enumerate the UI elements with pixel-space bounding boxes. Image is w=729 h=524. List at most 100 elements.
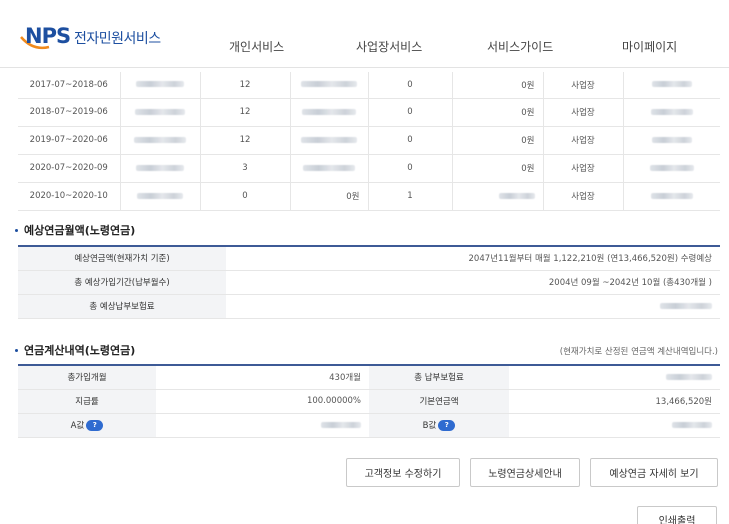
redacted-cell (120, 154, 201, 183)
table-row: 2017-07~2018-06 12 0 0원 사업장 (18, 72, 720, 99)
bullet-icon (15, 228, 18, 232)
period-cell: 2018-07~2019-06 (18, 98, 121, 127)
redacted-value (651, 81, 692, 88)
type-cell: 사업장 (543, 154, 624, 183)
help-icon[interactable]: ? (86, 420, 104, 431)
nav-business-service[interactable]: 사업장서비스 (356, 38, 422, 55)
table-row: 총 예상납부보험료 (18, 294, 720, 319)
redacted-value (301, 136, 357, 143)
estimate-value: 2047년11월부터 매월 1,122,210원 (연13,466,520원) … (226, 246, 720, 271)
rate-label: 지급률 (18, 389, 156, 414)
redacted-cell (623, 98, 720, 127)
redacted-cell (290, 126, 369, 155)
redacted-cell (120, 72, 201, 99)
rate-value: 100.00000% (156, 389, 369, 414)
redacted-cell (290, 72, 369, 99)
print-button[interactable]: 인쇄출력 (637, 506, 717, 524)
contribution-history-table: 2017-07~2018-06 12 0 0원 사업장 2018-07~2019-06 12… (18, 72, 720, 211)
redacted-value (651, 136, 692, 143)
basic-pension-label: 기본연금액 (369, 389, 509, 414)
count-cell: 0 (368, 126, 453, 155)
redacted-cell (452, 182, 544, 211)
redacted-value (650, 108, 693, 115)
table-row: 2018-07~2019-06 12 0 0원 사업장 (18, 98, 720, 127)
period-cell: 2019-07~2020-06 (18, 126, 121, 155)
redacted-value (301, 81, 357, 88)
bullet-icon (15, 348, 18, 352)
table-row: 2020-07~2020-09 3 0 0원 사업장 (18, 154, 720, 183)
total-premium-label: 총 예상납부보험료 (18, 294, 226, 319)
redacted-cell (623, 182, 720, 211)
redacted-cell (120, 98, 201, 127)
count-cell: 0 (368, 98, 453, 127)
months-cell: 12 (200, 98, 291, 127)
estimated-pension-title: 예상연금월액(노령연금) (24, 224, 136, 237)
table-row: 지급률 100.00000% 기본연금액 13,466,520원 (18, 389, 720, 414)
type-cell: 사업장 (543, 182, 624, 211)
total-months-label: 총가입개월 (18, 365, 156, 390)
amount-cell: 0원 (452, 154, 544, 183)
table-row: A값? B값? (18, 413, 720, 438)
redacted-value (498, 192, 535, 199)
nav-my-page[interactable]: 마이페이지 (622, 38, 677, 55)
nps-logo[interactable]: NPS 전자민원서비스 (19, 24, 161, 50)
redacted-value (303, 164, 355, 171)
logo-letters: NPS (25, 24, 71, 48)
count-cell: 1 (368, 182, 453, 211)
redacted-value (321, 421, 361, 428)
pension-detail-button[interactable]: 예상연금 자세히 보기 (590, 458, 718, 487)
redacted-cell (623, 126, 720, 155)
months-cell: 3 (200, 154, 291, 183)
help-icon[interactable]: ? (438, 420, 456, 431)
redacted-value (136, 81, 184, 88)
table-row: 2020-10~2020-10 0 0원 1 사업장 (18, 182, 720, 211)
logo-text: 전자민원서비스 (74, 31, 161, 47)
nav-personal-service[interactable]: 개인서비스 (229, 38, 284, 55)
site-header: NPS 전자민원서비스 개인서비스 사업장서비스 서비스가이드 마이페이지 (0, 0, 729, 68)
redacted-value (137, 192, 183, 199)
total-premium-value (226, 294, 720, 319)
redacted-value (666, 373, 712, 380)
period-cell: 2017-07~2018-06 (18, 72, 121, 99)
amount-cell: 0원 (452, 72, 544, 99)
edit-customer-info-button[interactable]: 고객정보 수정하기 (346, 458, 460, 487)
redacted-value (649, 164, 694, 171)
a-label-text: A값 (70, 421, 85, 431)
redacted-value (672, 421, 712, 428)
redacted-value (302, 108, 356, 115)
redacted-value (135, 108, 185, 115)
pension-guide-button[interactable]: 노령연금상세안내 (470, 458, 580, 487)
calculation-note: (현재가치로 산정된 연금액 계산내역입니다.) (559, 347, 718, 357)
redacted-cell (290, 98, 369, 127)
redacted-cell (120, 182, 201, 211)
estimated-pension-table: 예상연금액(현재가치 기준) 2047년11월부터 매월 1,122,210원 … (18, 245, 720, 319)
nav-service-guide[interactable]: 서비스가이드 (487, 38, 553, 55)
period-cell: 2020-10~2020-10 (18, 182, 121, 211)
type-cell: 사업장 (543, 126, 624, 155)
period-cell: 2020-07~2020-09 (18, 154, 121, 183)
table-row: 총가입개월 430개월 총 납부보험료 (18, 365, 720, 390)
basic-pension-value: 13,466,520원 (509, 389, 720, 414)
a-value-label: A값? (18, 413, 156, 438)
count-cell: 0 (368, 154, 453, 183)
calculation-title: 연금계산내역(노령연금) (24, 344, 136, 357)
amount-cell: 0원 (452, 126, 544, 155)
total-period-value: 2004년 09월 ~2042년 10월 (총430개월 ) (226, 270, 720, 295)
total-premium-value (509, 365, 720, 390)
redacted-cell (623, 154, 720, 183)
amount-cell: 0원 (452, 98, 544, 127)
count-cell: 0 (368, 72, 453, 99)
redacted-cell (623, 72, 720, 99)
b-value-label: B값? (369, 413, 509, 438)
months-cell: 0 (200, 182, 291, 211)
b-value (509, 413, 720, 438)
calculation-heading: 연금계산내역(노령연금) (15, 342, 135, 358)
table-row: 2019-07~2020-06 12 0 0원 사업장 (18, 126, 720, 155)
calculation-table: 총가입개월 430개월 총 납부보험료 지급률 100.00000% 기본연금액… (18, 364, 720, 438)
redacted-value (660, 302, 712, 309)
table-row: 예상연금액(현재가치 기준) 2047년11월부터 매월 1,122,210원 … (18, 246, 720, 271)
table-row: 총 예상가입기간(납부월수) 2004년 09월 ~2042년 10월 (총43… (18, 270, 720, 295)
estimated-pension-heading: 예상연금월액(노령연금) (15, 222, 135, 238)
months-cell: 12 (200, 126, 291, 155)
estimate-label: 예상연금액(현재가치 기준) (18, 246, 226, 271)
